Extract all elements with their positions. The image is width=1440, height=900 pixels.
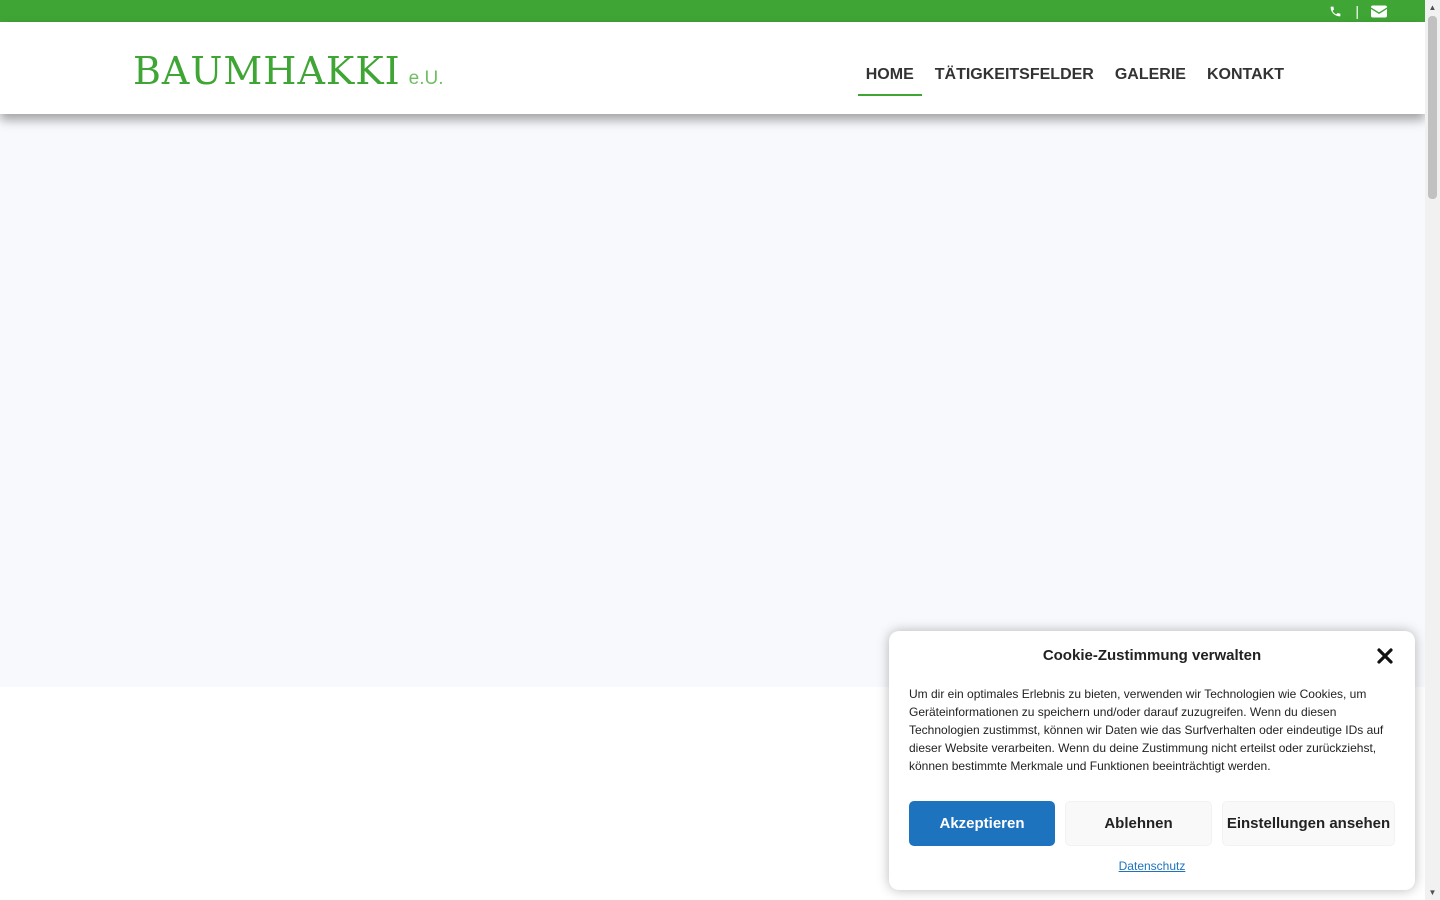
site-header: BAUMHAKKI e.U. HOME TÄTIGKEITSFELDER GAL… (0, 22, 1425, 114)
nav-item-kontakt[interactable]: KONTAKT (1199, 62, 1292, 96)
contact-icons: | (1327, 0, 1387, 22)
page: | BAUMHAKKI e.U. HOME TÄTIGKEITSFELDER G… (0, 0, 1425, 900)
site-logo[interactable]: BAUMHAKKI e.U. (133, 50, 444, 92)
scroll-up-arrow-icon[interactable]: ▲ (1425, 0, 1440, 15)
cookie-dialog-title: Cookie-Zustimmung verwalten (1042, 647, 1262, 664)
cookie-dialog-buttons: Akzeptieren Ablehnen Einstellungen anseh… (909, 801, 1395, 846)
contact-separator: | (1355, 3, 1359, 19)
deny-button[interactable]: Ablehnen (1065, 801, 1212, 846)
page-scrollbar[interactable]: ▲ ▼ (1425, 0, 1440, 900)
scroll-down-arrow-icon[interactable]: ▼ (1425, 885, 1440, 900)
accept-button[interactable]: Akzeptieren (909, 801, 1055, 846)
envelope-icon[interactable] (1371, 0, 1387, 22)
logo-suffix: e.U. (408, 68, 444, 89)
cookie-dialog-message: Um dir ein optimales Erlebnis zu bieten,… (909, 687, 1384, 773)
phone-icon[interactable] (1327, 0, 1343, 22)
main-navigation: HOME TÄTIGKEITSFELDER GALERIE KONTAKT (853, 62, 1292, 96)
view-settings-button[interactable]: Einstellungen ansehen (1222, 801, 1395, 846)
nav-item-home[interactable]: HOME (857, 62, 922, 96)
scrollbar-thumb[interactable] (1428, 16, 1437, 199)
top-contact-bar: | (0, 0, 1425, 22)
close-icon[interactable] (1375, 646, 1395, 666)
privacy-link[interactable]: Datenschutz (889, 859, 1415, 873)
nav-item-galerie[interactable]: GALERIE (1107, 62, 1194, 96)
hero-section (0, 114, 1425, 687)
nav-item-taetigkeitsfelder[interactable]: TÄTIGKEITSFELDER (927, 62, 1102, 96)
logo-wordmark: BAUMHAKKI (133, 49, 401, 93)
cookie-consent-dialog: Cookie-Zustimmung verwalten Um dir ein o… (889, 631, 1415, 890)
